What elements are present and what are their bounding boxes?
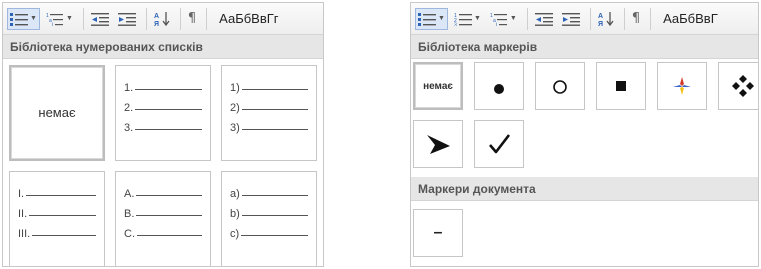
bullets-button[interactable]: ▼ — [7, 7, 40, 30]
bullet-library-panel: ▼ 1 2 3 ▼ 1 a i ▼ A Я ¶ АаБбВвГ Бібліоте… — [410, 2, 759, 267]
paragraph-toolbar: ▼ 1 a i ▼ A Я ¶ АаБбВвГг — [3, 3, 323, 35]
checkmark-bullet-icon — [489, 134, 511, 154]
number-label: 2. — [124, 102, 134, 114]
four-point-star-bullet-icon — [673, 77, 691, 95]
show-formatting-button[interactable]: ¶ — [185, 8, 199, 30]
svg-text:A: A — [154, 13, 159, 20]
chevron-down-icon[interactable]: ▼ — [474, 15, 481, 22]
bullet-star-tile[interactable] — [657, 62, 707, 110]
hollow-circle-bullet-icon — [553, 80, 567, 94]
numbering-arabic-dot-tile[interactable]: 1. 2. 3. — [115, 65, 211, 161]
toolbar-separator — [526, 7, 528, 30]
bullet-arrowhead-tile[interactable] — [413, 120, 463, 168]
number-label: 1) — [230, 82, 240, 94]
bullet-hollow-circle-tile[interactable] — [535, 62, 585, 110]
dash-marker: – — [433, 224, 443, 241]
bullet-filled-circle-tile[interactable] — [474, 62, 524, 110]
pilcrow-icon: ¶ — [631, 11, 641, 26]
sort-button[interactable]: A Я — [595, 8, 617, 30]
sort-az-icon: A Я — [154, 11, 170, 27]
sort-az-icon: A Я — [598, 11, 614, 27]
numbering-none-tile[interactable]: немає — [9, 65, 105, 161]
style-preview[interactable]: АаБбВвГ — [663, 11, 718, 26]
increase-indent-button[interactable] — [115, 8, 139, 30]
number-label: 3) — [230, 122, 240, 134]
none-label: немає — [38, 105, 76, 120]
decrease-indent-icon — [534, 12, 553, 26]
multilevel-list-icon: 1 a i — [46, 13, 63, 26]
toolbar-separator — [145, 7, 147, 30]
square-bullet-icon — [616, 81, 626, 91]
toolbar-separator — [589, 7, 591, 30]
number-label: II. — [18, 208, 28, 220]
style-preview[interactable]: АаБбВвГг — [219, 11, 278, 26]
numbering-library-heading: Бібліотека нумерованих списків — [3, 35, 323, 59]
increase-indent-button[interactable] — [559, 8, 583, 30]
bullets-icon — [10, 12, 28, 26]
none-label: немає — [423, 80, 453, 92]
chevron-down-icon[interactable]: ▼ — [66, 15, 73, 22]
decrease-indent-icon — [90, 12, 109, 26]
toolbar-separator — [650, 7, 652, 30]
number-label: c) — [230, 228, 240, 240]
svg-text:3: 3 — [454, 22, 457, 26]
number-label: I. — [18, 188, 25, 200]
numbering-button[interactable]: 1 2 3 ▼ — [451, 8, 484, 30]
svg-text:Я: Я — [598, 21, 603, 27]
multilevel-list-icon: 1 a i — [490, 13, 507, 26]
show-formatting-button[interactable]: ¶ — [629, 8, 643, 30]
number-label: 1. — [124, 82, 134, 94]
toolbar-separator — [206, 7, 208, 30]
bullets-button[interactable]: ▼ — [415, 7, 448, 30]
filled-circle-bullet-icon — [494, 84, 504, 94]
numbering-lower-alpha-tile[interactable]: a) b) c) — [221, 171, 317, 266]
toolbar-separator — [82, 7, 84, 30]
numbering-icon: 1 2 3 — [454, 13, 472, 26]
arrowhead-bullet-icon — [427, 135, 450, 154]
increase-indent-icon — [117, 12, 136, 26]
numbering-roman-tile[interactable]: I. II. III. — [9, 171, 105, 266]
svg-text:A: A — [598, 13, 603, 20]
number-label: A. — [124, 188, 135, 200]
numbering-upper-alpha-tile[interactable]: A. B. C. — [115, 171, 211, 266]
svg-text:i: i — [496, 22, 497, 26]
number-label: a) — [230, 188, 240, 200]
number-label: III. — [18, 228, 31, 240]
paragraph-toolbar: ▼ 1 2 3 ▼ 1 a i ▼ A Я ¶ АаБбВвГ — [411, 3, 758, 35]
sort-button[interactable]: A Я — [151, 8, 173, 30]
svg-text:Я: Я — [154, 21, 159, 27]
chevron-down-icon[interactable]: ▼ — [510, 15, 517, 22]
bullet-square-tile[interactable] — [596, 62, 646, 110]
number-label: 3. — [124, 122, 134, 134]
document-markers-heading: Маркери документа — [411, 177, 758, 201]
decrease-indent-button[interactable] — [532, 8, 556, 30]
document-marker-dash-tile[interactable]: – — [413, 209, 463, 257]
chevron-down-icon[interactable]: ▼ — [438, 15, 445, 22]
chevron-down-icon[interactable]: ▼ — [30, 15, 37, 22]
bullet-diamond-cluster-tile[interactable] — [718, 62, 758, 110]
number-label: C. — [124, 228, 135, 240]
diamond-cluster-bullet-icon — [732, 75, 754, 97]
increase-indent-icon — [561, 12, 580, 26]
svg-text:i: i — [52, 22, 53, 26]
multilevel-list-button[interactable]: 1 a i ▼ — [487, 8, 520, 30]
bullet-none-tile[interactable]: немає — [413, 62, 463, 110]
toolbar-separator — [179, 7, 181, 30]
bullets-icon — [418, 12, 436, 26]
numbering-library-panel: ▼ 1 a i ▼ A Я ¶ АаБбВвГг Бібліотека нуме… — [2, 2, 324, 267]
bullet-library-heading: Бібліотека маркерів — [411, 35, 758, 59]
decrease-indent-button[interactable] — [88, 8, 112, 30]
pilcrow-icon: ¶ — [187, 11, 197, 26]
number-label: b) — [230, 208, 240, 220]
numbering-arabic-paren-tile[interactable]: 1) 2) 3) — [221, 65, 317, 161]
number-label: B. — [124, 208, 135, 220]
number-label: 2) — [230, 102, 240, 114]
toolbar-separator — [623, 7, 625, 30]
multilevel-list-button[interactable]: 1 a i ▼ — [43, 8, 76, 30]
bullet-checkmark-tile[interactable] — [474, 120, 524, 168]
